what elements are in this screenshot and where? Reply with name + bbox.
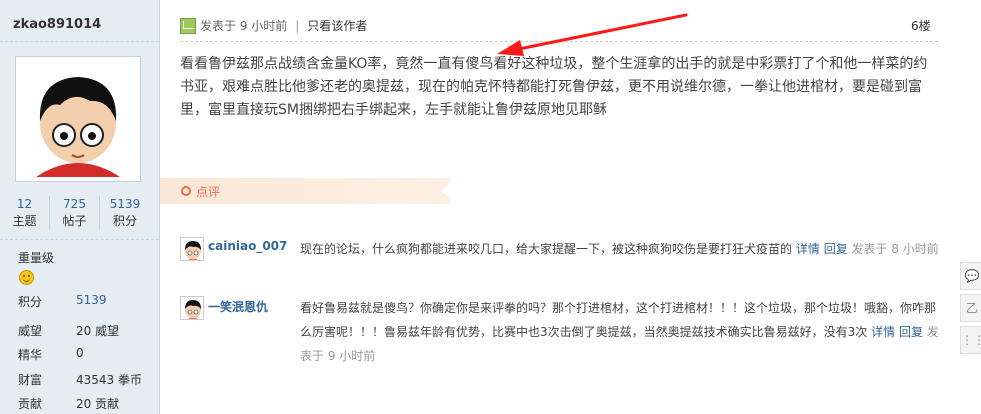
- comment-text: 现在的论坛，什么疯狗都能进来咬几口，给大家提醒一下，被这种疯狗咬伤是要打狂犬疫苗…: [300, 242, 793, 256]
- stat-value: 725: [63, 197, 86, 211]
- profile-label: 财富: [18, 373, 43, 387]
- profile-row-prestige: 威望 20 威望: [18, 322, 119, 339]
- comment-detail-link[interactable]: 详情: [871, 325, 895, 339]
- profile-label: 精华: [18, 348, 43, 362]
- divider: [0, 41, 159, 42]
- post-body: 发表于 9 小时前 | 只看该作者 6楼 看看鲁伊兹那点战绩含金量KO率，竟然一…: [160, 0, 958, 414]
- right-toolbar: 💬 乙 ⋮⋮: [958, 258, 981, 358]
- author-username[interactable]: zkao891014: [13, 17, 101, 32]
- profile-value: 0: [76, 346, 84, 360]
- profile-row-wealth: 财富 43543 拳币: [18, 371, 142, 388]
- comment-reply-link[interactable]: 回复: [899, 325, 923, 339]
- stat-label: 帖子: [62, 214, 87, 228]
- stat-points[interactable]: 5139 积分: [100, 196, 150, 230]
- tool-button[interactable]: 乙: [960, 294, 981, 322]
- avatar-image: [181, 297, 203, 319]
- comment-avatar[interactable]: [180, 296, 204, 320]
- post-meta: 发表于 9 小时前 | 只看该作者: [180, 17, 367, 34]
- only-author-link[interactable]: 只看该作者: [307, 17, 367, 34]
- comment-text-block: 看好鲁易兹就是傻鸟？你确定你是来评拳的吗？那个打进棺材，这个打进棺材！！！这个垃…: [300, 296, 940, 368]
- stat-value: 12: [16, 197, 33, 211]
- post-content: 看看鲁伊兹那点战绩含金量KO率，竟然一直有傻鸟看好这种垃圾，整个生涯拿的出手的就…: [180, 56, 928, 118]
- profile-value[interactable]: 5139: [76, 293, 107, 307]
- comment-detail-link[interactable]: 详情: [796, 242, 820, 256]
- floor-number[interactable]: 6楼: [911, 17, 931, 34]
- avatar[interactable]: [15, 56, 141, 182]
- divider: [180, 41, 938, 42]
- stat-value: 5139: [109, 197, 141, 211]
- stat-threads[interactable]: 12 主题: [0, 196, 50, 230]
- profile-value: 20 贡献: [76, 397, 120, 411]
- user-sidebar: zkao891014 12 主题 725 帖子 5139 积分 重量级 积分 5…: [0, 0, 160, 414]
- profile-value: 20 威望: [76, 324, 120, 338]
- rating-label: 点评: [196, 185, 221, 199]
- comment-item: cainiao_007 现在的论坛，什么疯狗都能进来咬几口，给大家提醒一下，被这…: [180, 237, 940, 285]
- comment-tool-button[interactable]: 💬: [960, 262, 981, 290]
- comment-username[interactable]: cainiao_007: [208, 239, 287, 253]
- rating-ring-icon: [181, 186, 191, 196]
- comment-username[interactable]: 一笑泯恩仇: [208, 298, 268, 315]
- stat-posts[interactable]: 725 帖子: [50, 196, 100, 230]
- post-time: 发表于 9 小时前: [200, 19, 288, 33]
- profile-label: 积分: [18, 295, 43, 309]
- smiley-icon: [19, 270, 34, 285]
- comment-time: 发表于 8 小时前: [851, 242, 939, 256]
- meta-separator: |: [295, 18, 300, 33]
- grid-tool-button[interactable]: ⋮⋮: [960, 326, 981, 354]
- comment-reply-link[interactable]: 回复: [824, 242, 848, 256]
- profile-row-contribution: 贡献 20 贡献: [18, 395, 119, 412]
- comment-avatar[interactable]: [180, 237, 204, 261]
- avatar-image: [181, 238, 203, 260]
- comment-text: 看好鲁易兹就是傻鸟？你确定你是来评拳的吗？那个打进棺材，这个打进棺材！！！这个垃…: [300, 301, 937, 339]
- user-group: 重量级: [18, 251, 55, 265]
- stat-label: 主题: [12, 214, 37, 228]
- divider: [0, 239, 159, 240]
- profile-row-digest: 精华 0: [18, 346, 84, 363]
- comment-text-block: 现在的论坛，什么疯狗都能进来咬几口，给大家提醒一下，被这种疯狗咬伤是要打狂犬疫苗…: [300, 237, 940, 261]
- post-status-icon: [180, 17, 196, 34]
- comment-item: 一笑泯恩仇 看好鲁易兹就是傻鸟？你确定你是来评拳的吗？那个打进棺材，这个打进棺材…: [180, 296, 940, 368]
- profile-label: 贡献: [18, 397, 43, 411]
- user-stats: 12 主题 725 帖子 5139 积分: [0, 196, 160, 230]
- avatar-image: [20, 61, 136, 177]
- profile-row-points: 积分 5139: [18, 293, 107, 310]
- stat-label: 积分: [112, 214, 137, 228]
- profile-value: 43543 拳币: [76, 373, 142, 387]
- profile-label: 威望: [18, 324, 43, 338]
